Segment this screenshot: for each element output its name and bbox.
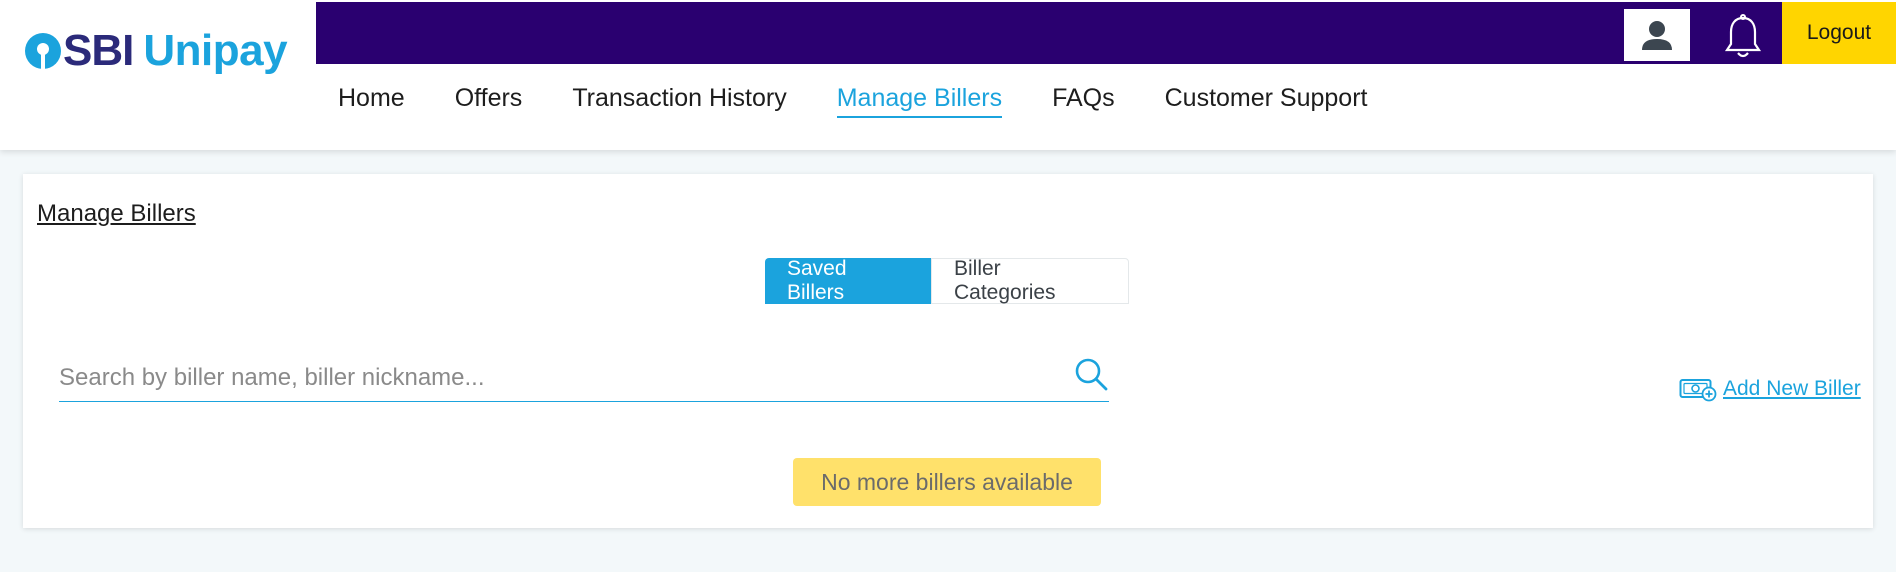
nav-item-offers[interactable]: Offers (455, 84, 523, 118)
user-icon (1642, 21, 1672, 50)
search-input[interactable] (59, 360, 1039, 396)
nav-item-faqs[interactable]: FAQs (1052, 84, 1115, 118)
empty-state-message: No more billers available (793, 458, 1101, 506)
app-header: SBI Unipay Logout Home Offers Transactio… (0, 0, 1896, 150)
add-new-biller-label: Add New Biller (1723, 377, 1861, 400)
profile-button[interactable] (1624, 9, 1690, 61)
notifications-button[interactable] (1716, 12, 1770, 62)
logout-button[interactable]: Logout (1782, 2, 1896, 64)
nav-item-home[interactable]: Home (338, 84, 405, 118)
tab-biller-categories[interactable]: Biller Categories (931, 257, 1129, 304)
search-field (59, 352, 1109, 402)
tab-saved-billers[interactable]: Saved Billers (765, 257, 931, 304)
manage-billers-card: Manage Billers Saved Billers Biller Cate… (23, 174, 1873, 528)
nav-item-customer-support[interactable]: Customer Support (1165, 84, 1368, 118)
logo-text-unipay: Unipay (143, 26, 288, 75)
main-nav: Home Offers Transaction History Manage B… (338, 84, 1417, 118)
search-icon[interactable] (1073, 356, 1109, 392)
bell-icon (1724, 14, 1762, 58)
nav-item-transaction-history[interactable]: Transaction History (572, 84, 786, 118)
logo-text-sbi: SBI (63, 26, 134, 75)
add-new-biller-link[interactable]: Add New Biller (1679, 376, 1861, 402)
sbi-unipay-logo[interactable]: SBI Unipay (25, 26, 288, 76)
page-title: Manage Billers (37, 200, 196, 227)
biller-tabs: Saved Billers Biller Categories (765, 257, 1129, 304)
sbi-logo-icon (25, 33, 61, 69)
add-money-icon (1679, 379, 1717, 402)
nav-item-manage-billers[interactable]: Manage Billers (836, 84, 1003, 118)
